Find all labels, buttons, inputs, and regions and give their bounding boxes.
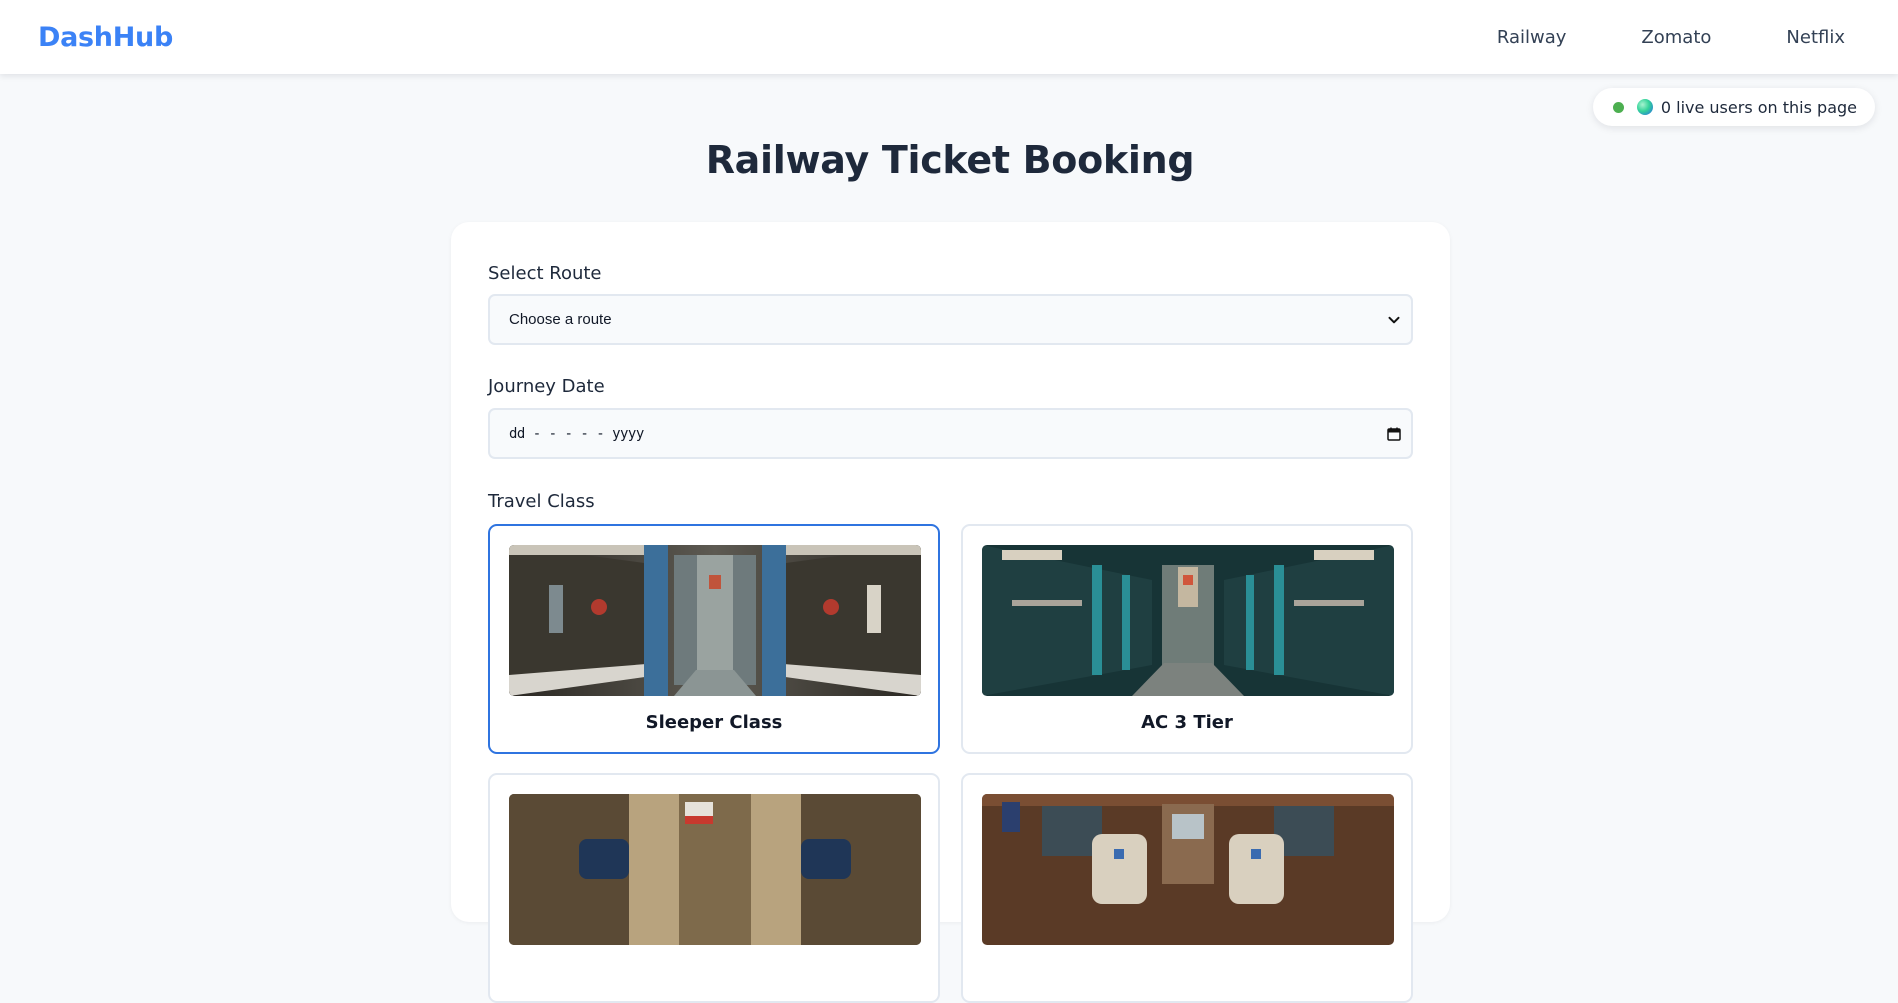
class-name: AC 3 Tier <box>1141 712 1233 733</box>
class-option-ac3[interactable]: AC 3 Tier <box>961 524 1413 754</box>
main-nav: Railway Zomato Netflix <box>1497 27 1860 48</box>
journey-date-label: Journey Date <box>488 376 605 397</box>
brand-logo[interactable]: DashHub <box>38 22 173 53</box>
globe-icon <box>1636 99 1653 115</box>
nav-link-zomato[interactable]: Zomato <box>1641 27 1711 48</box>
page-title: Railway Ticket Booking <box>705 138 1195 182</box>
booking-form-card: Select Route Choose a route Journey Date… <box>451 222 1450 1003</box>
journey-date-input[interactable]: dd - - - - - yyyy <box>488 408 1413 459</box>
class-option-sleeper[interactable]: Sleeper Class <box>488 524 940 754</box>
live-users-badge: 0 live users on this page <box>1592 88 1875 126</box>
nav-link-netflix[interactable]: Netflix <box>1786 27 1845 48</box>
route-select-value: Choose a route <box>509 311 612 328</box>
class-name: Sleeper Class <box>645 712 783 733</box>
date-input-placeholder: dd - - - - - yyyy <box>509 425 644 442</box>
ac2-coach-image <box>509 794 921 945</box>
calendar-icon[interactable] <box>1387 427 1401 441</box>
live-users-text: 0 live users on this page <box>1660 97 1857 117</box>
route-label: Select Route <box>488 263 602 284</box>
route-select[interactable]: Choose a route <box>488 294 1413 345</box>
chair-car-image <box>982 794 1394 945</box>
status-dot-icon <box>1612 101 1624 113</box>
chevron-down-icon <box>1388 316 1400 323</box>
class-option-ac2[interactable] <box>488 773 940 1003</box>
ac3-coach-image <box>982 545 1394 696</box>
travel-class-label: Travel Class <box>488 491 595 512</box>
class-option-chair-car[interactable] <box>961 773 1413 1003</box>
top-navbar: DashHub Railway Zomato Netflix <box>0 0 1898 74</box>
nav-link-railway[interactable]: Railway <box>1497 27 1567 48</box>
sleeper-coach-image <box>509 545 921 696</box>
